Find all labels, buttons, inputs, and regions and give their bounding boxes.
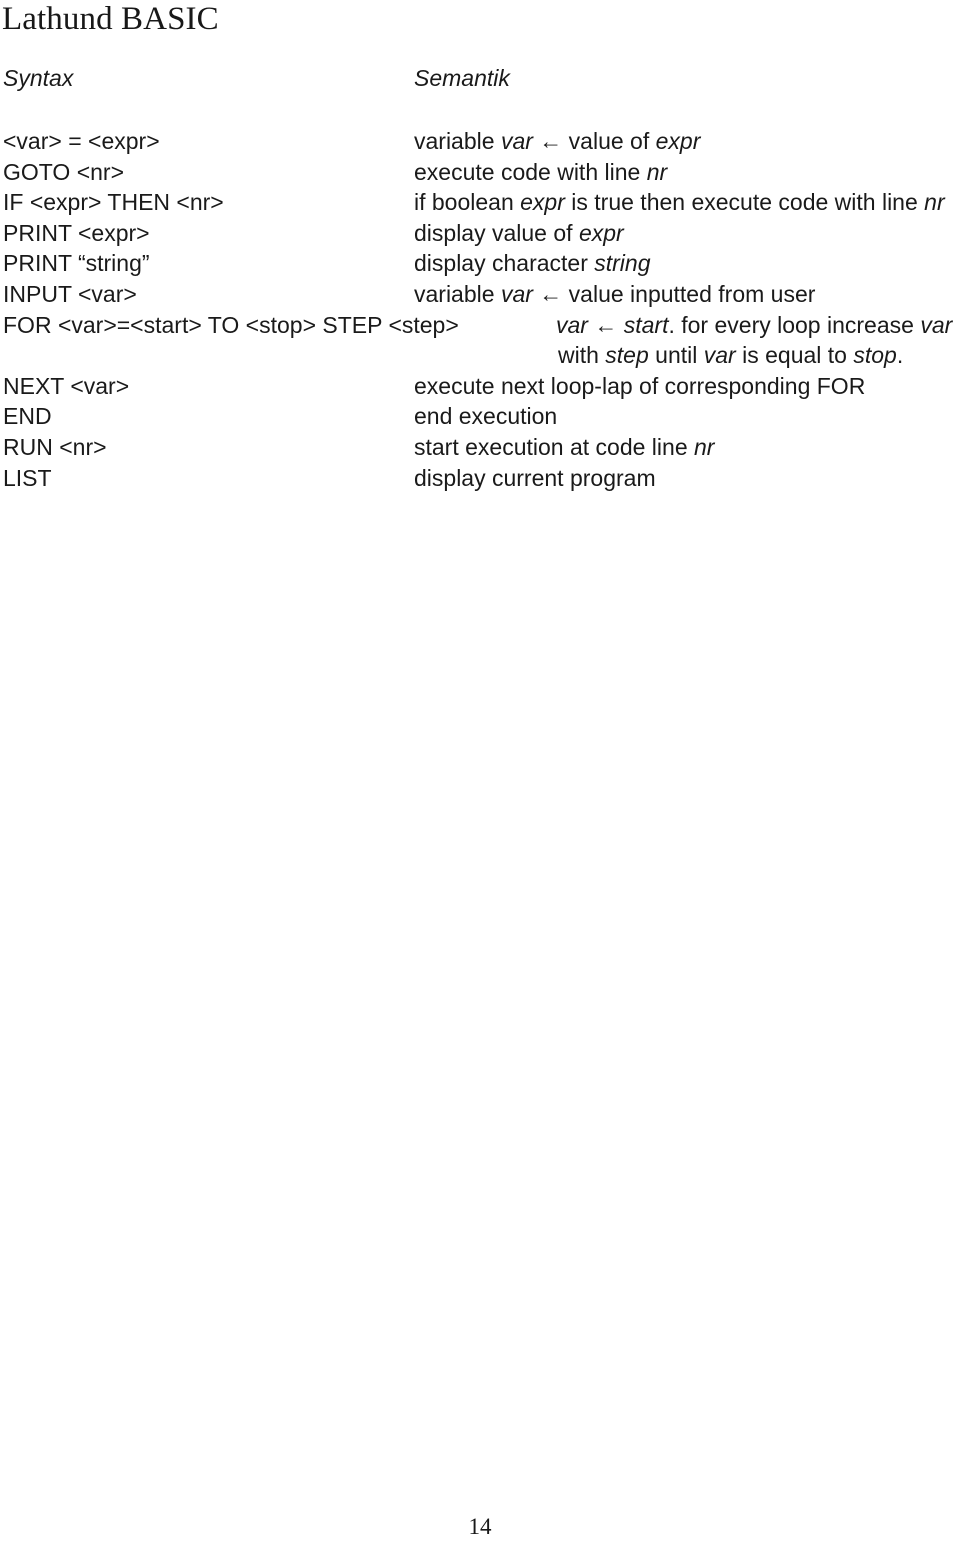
italic-term: var xyxy=(500,128,533,154)
table-row: RUN <nr> start execution at code line nr xyxy=(3,432,958,463)
italic-term: var xyxy=(920,311,953,338)
text-segment: execute code with line xyxy=(414,158,647,185)
table-row: INPUT <var> variable var ← value inputte… xyxy=(3,279,958,310)
text-segment: end execution xyxy=(414,403,558,430)
text-segment: with xyxy=(558,342,606,369)
semantik-cell: variable var ← value inputted from user xyxy=(414,279,815,310)
semantik-line: start execution at code line nr xyxy=(414,432,714,463)
table-row: PRINT “string” display character string xyxy=(3,248,958,279)
page-title: Lathund BASIC xyxy=(2,1,219,37)
semantik-line: display character string xyxy=(414,248,651,279)
text-segment: is true then execute code with line xyxy=(564,189,925,216)
table-row: FOR <var>=<start> TO <stop> STEP <step> … xyxy=(3,310,958,371)
table-row: LIST display current program xyxy=(3,463,958,494)
italic-term: expr xyxy=(520,189,565,216)
syntax-cell: FOR <var>=<start> TO <stop> STEP <step> xyxy=(3,311,459,338)
italic-term: start xyxy=(623,311,669,338)
italic-term: var xyxy=(500,280,533,307)
column-header-syntax: Syntax xyxy=(3,65,74,91)
semantik-line: execute code with line nr xyxy=(414,157,667,188)
text-segment: . for every loop increase xyxy=(668,311,921,338)
semantik-line: variable var ← value inputted from user xyxy=(414,279,815,310)
table-row: PRINT <expr> display value of expr xyxy=(3,218,958,249)
semantik-cell: display character string xyxy=(414,248,651,279)
page-number: 14 xyxy=(468,1514,492,1539)
text-segment: ← value inputted from user xyxy=(532,280,816,307)
text-segment: display current program xyxy=(414,464,656,491)
syntax-cell: END xyxy=(3,403,52,430)
semantik-cell: display value of expr xyxy=(414,218,624,249)
italic-term: nr xyxy=(646,158,668,185)
semantik-line: var ← start. for every loop increase var xyxy=(556,310,952,341)
semantik-line: if boolean expr is true then execute cod… xyxy=(414,187,945,218)
semantik-cell: variable var ← value of expr xyxy=(414,126,700,157)
semantik-cell: display current program xyxy=(414,463,656,494)
text-segment: display value of xyxy=(414,219,579,246)
semantik-line: with step until var is equal to stop. xyxy=(556,340,952,371)
italic-term: nr xyxy=(694,433,715,460)
italic-term: expr xyxy=(655,128,701,154)
syntax-cell: RUN <nr> xyxy=(3,433,107,460)
text-segment: variable xyxy=(414,280,501,307)
text-segment: if boolean xyxy=(414,189,521,216)
text-segment: ← xyxy=(587,311,624,338)
column-header-semantik: Semantik xyxy=(414,65,510,91)
document-page: Lathund BASIC Syntax Semantik <var> = <e… xyxy=(0,0,960,1546)
italic-term: nr xyxy=(924,189,945,216)
table-row: IF <expr> THEN <nr> if boolean expr is t… xyxy=(3,187,958,218)
text-segment: until xyxy=(648,342,704,369)
syntax-cell: INPUT <var> xyxy=(3,280,137,307)
syntax-cell: <var> = <expr> xyxy=(3,128,160,154)
semantik-cell: execute next loop-lap of corresponding F… xyxy=(414,371,865,402)
italic-term: string xyxy=(594,250,651,277)
text-segment: . xyxy=(896,342,904,369)
syntax-cell: GOTO <nr> xyxy=(3,158,125,185)
semantik-cell: execute code with line nr xyxy=(414,157,667,188)
column-headers: Syntax Semantik xyxy=(3,63,957,93)
syntax-cell: IF <expr> THEN <nr> xyxy=(3,189,224,216)
table-row: GOTO <nr> execute code with line nr xyxy=(3,157,958,188)
text-segment: variable xyxy=(414,128,501,154)
text-segment: start execution at code line xyxy=(414,433,694,460)
table-row: <var> = <expr> variable var ← value of e… xyxy=(3,126,958,157)
semantik-line: display current program xyxy=(414,463,656,494)
semantik-line: display value of expr xyxy=(414,218,624,249)
italic-term: step xyxy=(605,342,649,369)
command-reference-table: <var> = <expr> variable var ← value of e… xyxy=(3,126,958,493)
text-segment: ← value of xyxy=(532,128,656,154)
italic-term: var xyxy=(556,311,588,338)
semantik-line: end execution xyxy=(414,401,557,432)
semantik-line: variable var ← value of expr xyxy=(414,126,700,157)
syntax-cell: PRINT <expr> xyxy=(3,219,150,246)
italic-term: expr xyxy=(578,219,624,246)
text-segment: display character xyxy=(414,250,595,277)
text-segment: execute next loop-lap of corresponding F… xyxy=(414,372,866,399)
semantik-cell: if boolean expr is true then execute cod… xyxy=(414,187,945,218)
table-row: NEXT <var> execute next loop-lap of corr… xyxy=(3,371,958,402)
syntax-cell: NEXT <var> xyxy=(3,372,130,399)
semantik-cell: end execution xyxy=(414,401,557,432)
italic-term: var xyxy=(703,342,736,369)
semantik-line: execute next loop-lap of corresponding F… xyxy=(414,371,865,402)
syntax-cell: PRINT “string” xyxy=(3,250,150,277)
semantik-cell: start execution at code line nr xyxy=(414,432,714,463)
text-segment: is equal to xyxy=(735,342,854,369)
semantik-cell: var ← start. for every loop increase var… xyxy=(556,310,952,371)
italic-term: stop xyxy=(853,342,897,369)
syntax-cell: LIST xyxy=(3,464,52,491)
table-row: END end execution xyxy=(3,401,958,432)
